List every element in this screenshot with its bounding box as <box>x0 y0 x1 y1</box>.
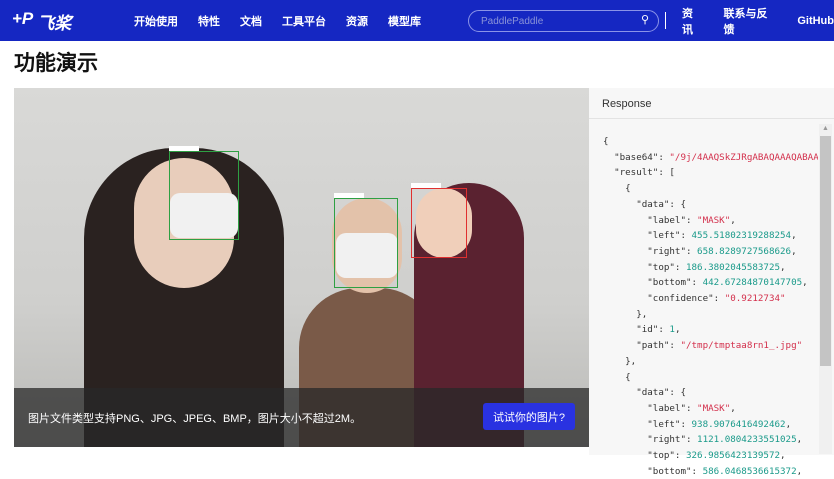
json-line: "data": { <box>603 197 818 213</box>
json-token: , <box>730 402 736 414</box>
response-json: { "base64": "/9j/4AAQSkZJRgABAQAAAQABAAD… <box>603 134 818 479</box>
json-line: }, <box>603 354 818 370</box>
main-menu: 开始使用 特性 文档 工具平台 资源 模型库 <box>134 0 421 41</box>
json-line: "base64": "/9j/4AAQSkZJRgABAQAAAQABAAD <box>603 150 818 166</box>
json-line: "confidence": "0.9212734" <box>603 291 818 307</box>
json-token: "MASK" <box>697 214 731 226</box>
nav-item-github[interactable]: GitHub <box>797 15 834 27</box>
json-token: "0.9212734" <box>724 293 786 305</box>
json-token: , <box>802 277 808 289</box>
json-token: "id": <box>603 324 670 336</box>
right-menu: 资讯 联系与反馈 GitHub <box>682 0 834 41</box>
json-token: "/9j/4AAQSkZJRgABAQAAAQABAAD <box>669 151 818 163</box>
json-token: , <box>780 450 786 462</box>
json-token: "data": { <box>603 198 686 210</box>
json-token: "MASK" <box>697 402 731 414</box>
json-line: "bottom": 586.0468536615372, <box>603 464 818 479</box>
upload-bar: 图片文件类型支持PNG、JPG、JPEG、BMP，图片大小不超过2M。 试试你的… <box>14 388 589 447</box>
json-token: "top": <box>603 450 686 462</box>
json-token: "label": <box>603 402 698 414</box>
json-token: "top": <box>603 261 686 273</box>
json-line: "top": 186.3802045583725, <box>603 260 818 276</box>
json-token: "bottom": <box>603 465 703 477</box>
json-token: "confidence": <box>603 293 725 305</box>
json-token: { <box>603 371 631 383</box>
json-line: "bottom": 442.67284870147705, <box>603 275 818 291</box>
json-token: "/tmp/tmptaa8rn1_.jpg" <box>680 340 803 352</box>
json-token: 1121.0804233551025 <box>697 434 797 446</box>
json-token: "left": <box>603 418 692 430</box>
json-line: "label": "MASK", <box>603 401 818 417</box>
logo-mark: +P <box>12 9 34 28</box>
json-token: }, <box>603 308 648 320</box>
json-token: 455.51802319288254 <box>691 230 792 242</box>
json-line: "right": 1121.0804233551025, <box>603 432 818 448</box>
scrollbar-thumb[interactable] <box>820 136 831 366</box>
json-token: 326.9856423139572 <box>685 450 781 462</box>
upload-hint: 图片文件类型支持PNG、JPG、JPEG、BMP，图片大小不超过2M。 <box>28 413 362 425</box>
search-icon[interactable]: ⚲ <box>641 13 649 26</box>
divider <box>665 12 666 29</box>
json-token: "right": <box>603 434 698 446</box>
json-line: { <box>603 370 818 386</box>
json-token: { <box>603 183 631 195</box>
json-token: , <box>796 434 803 446</box>
nav-item-contact[interactable]: 联系与反馈 <box>724 5 778 37</box>
response-panel: Response { "base64": "/9j/4AAQSkZJRgABAQ… <box>589 88 834 477</box>
json-token: 442.67284870147705 <box>702 277 803 289</box>
json-token: 938.9076416492462 <box>691 418 786 430</box>
search-input[interactable] <box>468 10 659 32</box>
detection-box <box>411 183 467 258</box>
json-line: { <box>603 134 818 150</box>
json-token: 186.3802045583725 <box>685 261 781 273</box>
json-token: "right": <box>603 245 698 257</box>
top-nav: +P飞桨 开始使用 特性 文档 工具平台 资源 模型库 ⚲ 资讯 联系与反馈 G… <box>0 0 834 41</box>
demo-image: 图片文件类型支持PNG、JPG、JPEG、BMP，图片大小不超过2M。 试试你的… <box>14 88 589 447</box>
scroll-up-icon[interactable]: ▲ <box>822 125 829 132</box>
json-line: "left": 455.51802319288254, <box>603 228 818 244</box>
json-token: , <box>796 465 803 477</box>
json-line: { <box>603 181 818 197</box>
json-token: , <box>780 261 786 273</box>
json-token: }, <box>603 355 637 367</box>
json-line: "result": [ <box>603 165 818 181</box>
nav-item-models[interactable]: 模型库 <box>388 13 421 29</box>
json-line: "id": 1, <box>603 322 818 338</box>
nav-item-news[interactable]: 资讯 <box>682 5 704 37</box>
json-token: "result": [ <box>603 167 675 179</box>
json-token: "base64": <box>603 151 670 163</box>
nav-item-resources[interactable]: 资源 <box>346 13 368 29</box>
json-token: "label": <box>603 214 698 226</box>
json-token: 658.8289727568626 <box>697 245 792 257</box>
json-line: "data": { <box>603 385 818 401</box>
json-token: , <box>785 418 792 430</box>
json-line: "path": "/tmp/tmptaa8rn1_.jpg" <box>603 338 818 354</box>
try-your-image-button[interactable]: 试试你的图片? <box>483 403 575 430</box>
nav-item-tools[interactable]: 工具平台 <box>282 13 326 29</box>
json-token: "left": <box>603 230 692 242</box>
nav-item-docs[interactable]: 文档 <box>240 13 262 29</box>
json-line: }, <box>603 307 818 323</box>
json-token: "bottom": <box>603 277 703 289</box>
json-token: , <box>791 245 797 257</box>
json-line: "left": 938.9076416492462, <box>603 417 818 433</box>
response-title: Response <box>589 88 834 119</box>
json-line: "label": "MASK", <box>603 213 818 229</box>
json-token: { <box>603 136 609 147</box>
nav-item-start[interactable]: 开始使用 <box>134 13 178 29</box>
detection-box <box>169 146 239 240</box>
paddle-logo[interactable]: +P 飞桨 <box>12 9 71 34</box>
json-line: "top": 326.9856423139572, <box>603 448 818 464</box>
scrollbar[interactable]: ▲ <box>819 124 832 454</box>
json-token: , <box>674 324 681 336</box>
detection-box <box>334 193 398 288</box>
json-token: "data": { <box>603 387 686 399</box>
json-line: "right": 658.8289727568626, <box>603 244 818 260</box>
json-token: , <box>791 230 797 242</box>
json-token: 586.0468536615372 <box>702 465 797 477</box>
nav-item-features[interactable]: 特性 <box>198 13 220 29</box>
json-token: , <box>730 214 736 226</box>
page-title: 功能演示 <box>14 52 98 75</box>
json-token: "path": <box>603 340 681 352</box>
